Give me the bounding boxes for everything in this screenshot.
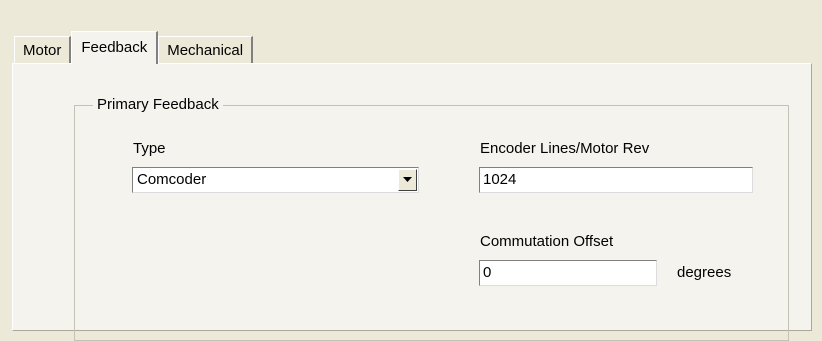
- tab-mechanical[interactable]: Mechanical: [158, 36, 254, 63]
- type-dropdown-button[interactable]: [398, 169, 417, 191]
- feedback-settings-window: Motor Feedback Mechanical Primary Feedba…: [0, 0, 822, 341]
- tab-strip: Motor Feedback Mechanical: [14, 30, 254, 64]
- type-select[interactable]: Comcoder: [132, 167, 419, 193]
- feedback-tab-page: Primary Feedback Type Comcoder Encoder L…: [12, 63, 812, 341]
- tab-feedback[interactable]: Feedback: [71, 31, 159, 64]
- encoder-lines-input[interactable]: 1024: [479, 167, 753, 193]
- degrees-unit-label: degrees: [677, 264, 732, 281]
- type-label: Type: [133, 140, 166, 157]
- type-select-value: Comcoder: [137, 171, 207, 188]
- commutation-offset-input[interactable]: 0: [479, 260, 657, 286]
- group-title: Primary Feedback: [93, 95, 223, 115]
- tab-motor[interactable]: Motor: [14, 36, 72, 63]
- encoder-lines-label: Encoder Lines/Motor Rev: [480, 140, 650, 157]
- chevron-down-icon: [403, 177, 412, 182]
- commutation-offset-label: Commutation Offset: [480, 233, 614, 250]
- primary-feedback-group: Primary Feedback Type Comcoder Encoder L…: [74, 95, 789, 341]
